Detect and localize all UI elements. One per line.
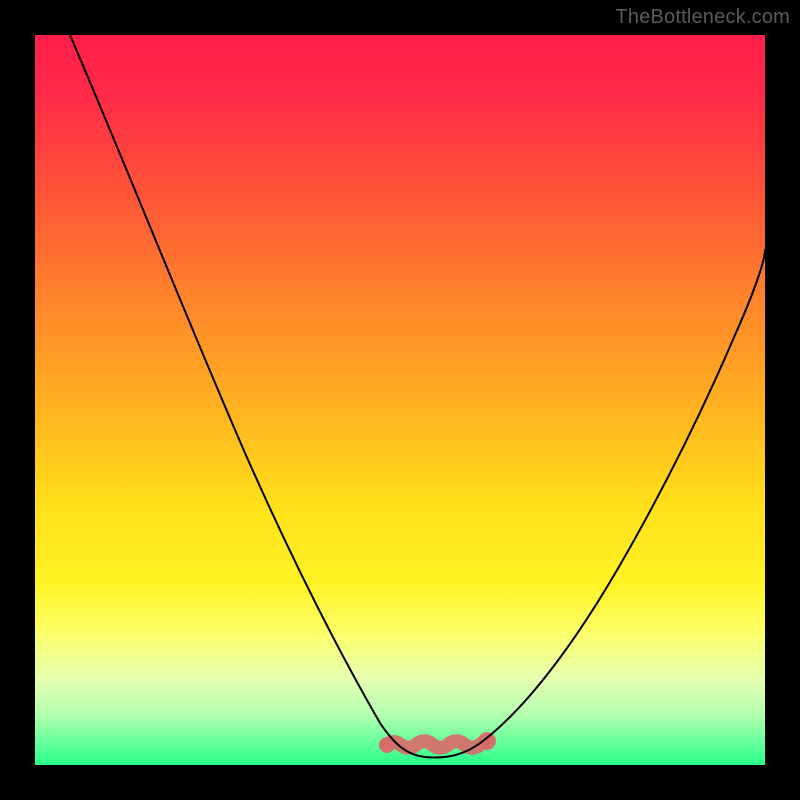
bottleneck-curve-path — [70, 35, 765, 757]
plot-area — [35, 35, 765, 765]
bottleneck-curve-svg — [35, 35, 765, 765]
watermark-text: TheBottleneck.com — [615, 6, 790, 29]
chart-frame: TheBottleneck.com — [0, 0, 800, 800]
